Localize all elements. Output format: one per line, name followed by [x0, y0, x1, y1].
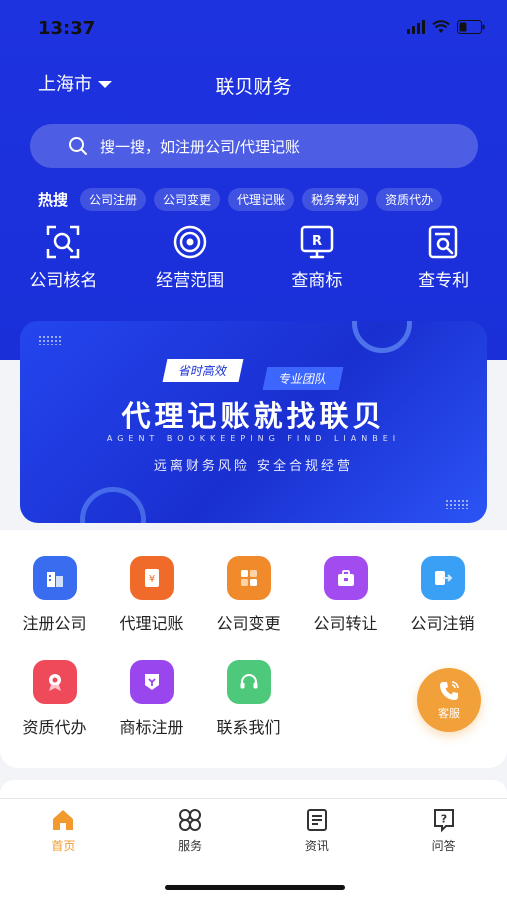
hot-search-label: 热搜	[38, 191, 69, 209]
tab-news[interactable]: 资讯	[254, 807, 381, 854]
scan-search-icon	[47, 225, 80, 259]
service-label: 代理记账	[119, 614, 184, 633]
patent-document-icon	[428, 225, 457, 259]
services-row: 注册公司 ¥ 代理记账 公司变更 公司转让 公司注销	[0, 556, 507, 634]
customer-service-button[interactable]: 客服	[417, 668, 481, 732]
status-icons	[407, 20, 485, 34]
city-selector[interactable]: 上海市	[38, 70, 112, 96]
service-label: 公司变更	[216, 614, 281, 633]
target-icon	[173, 225, 207, 259]
trademark-monitor-icon: R	[300, 225, 334, 259]
briefcase-icon	[323, 556, 368, 600]
decorative-ring	[352, 321, 412, 353]
search-placeholder: 搜一搜，如注册公司/代理记账	[100, 137, 301, 156]
banner-slogan: 代理记账就找联贝	[121, 399, 386, 433]
decorative-ring	[80, 487, 146, 523]
exit-icon	[420, 556, 465, 600]
services-grid: 注册公司 ¥ 代理记账 公司变更 公司转让 公司注销 资质代办 商标注册 联系我…	[0, 530, 507, 768]
home-indicator	[165, 885, 345, 890]
grid-icon	[179, 809, 202, 831]
hot-chip[interactable]: 公司变更	[154, 188, 221, 211]
hot-chip[interactable]: 税务筹划	[302, 188, 369, 211]
service-label: 公司转让	[313, 614, 378, 633]
building-icon	[32, 556, 77, 600]
question-icon: ?	[433, 809, 454, 833]
top-nav: 联贝财务 上海市	[0, 70, 507, 100]
quick-link-patent[interactable]: 查专利	[380, 224, 507, 291]
service-company-cancel[interactable]: 公司注销	[394, 556, 491, 634]
tab-label: 问答	[431, 839, 456, 853]
banner-tag: 省时高效	[162, 359, 244, 382]
banner-subtitle-en: AGENT BOOKKEEPING FIND LIANBEI	[106, 434, 401, 443]
service-company-change[interactable]: 公司变更	[200, 556, 297, 634]
service-contact-us[interactable]: 联系我们	[200, 660, 297, 738]
tab-label: 服务	[178, 839, 203, 853]
chevron-down-icon	[98, 80, 112, 88]
tab-label: 首页	[51, 839, 76, 853]
decorative-dots	[445, 499, 469, 509]
status-bar: 13:37	[0, 0, 507, 52]
quick-link-trademark[interactable]: R 查商标	[254, 224, 381, 291]
svg-text:¥: ¥	[148, 574, 154, 585]
tab-home[interactable]: 首页	[0, 807, 127, 854]
tab-qa[interactable]: ? 问答	[380, 807, 507, 854]
quick-link-label: 查商标	[291, 271, 343, 291]
hot-chip[interactable]: 资质代办	[376, 188, 443, 211]
quick-link-label: 经营范围	[156, 271, 225, 291]
customer-service-label: 客服	[438, 707, 460, 720]
change-icon	[226, 556, 271, 600]
service-register-company[interactable]: 注册公司	[6, 556, 103, 634]
service-label: 商标注册	[119, 718, 184, 737]
service-trademark-registration[interactable]: 商标注册	[103, 660, 200, 738]
service-label: 资质代办	[22, 718, 87, 737]
ledger-icon: ¥	[129, 556, 174, 600]
banner-subtitle-cn: 远离财务风险 安全合规经营	[153, 459, 354, 474]
svg-text:R: R	[312, 234, 322, 249]
service-qualification[interactable]: 资质代办	[6, 660, 103, 738]
hot-chip[interactable]: 公司注册	[80, 188, 147, 211]
header-background	[0, 0, 507, 360]
svg-text:?: ?	[440, 813, 446, 826]
quick-link-business-scope[interactable]: 经营范围	[127, 224, 254, 291]
service-label: 注册公司	[22, 614, 87, 633]
search-input[interactable]: 搜一搜，如注册公司/代理记账	[30, 124, 478, 168]
phone-icon	[440, 681, 459, 700]
news-icon	[306, 809, 327, 831]
quick-link-company-name[interactable]: 公司核名	[0, 224, 127, 291]
battery-icon	[457, 20, 485, 34]
service-label: 公司注销	[410, 614, 475, 633]
tab-services[interactable]: 服务	[127, 807, 254, 854]
trademark-icon	[129, 660, 174, 704]
search-icon	[69, 137, 87, 155]
home-icon	[53, 810, 74, 830]
headset-icon	[226, 660, 271, 704]
hot-search: 热搜 公司注册 公司变更 代理记账 税务筹划 资质代办	[38, 188, 443, 211]
tab-label: 资讯	[304, 839, 329, 853]
certificate-icon	[32, 660, 77, 704]
quick-links: 公司核名 经营范围 R 查商标 查专利	[0, 224, 507, 291]
promo-banner[interactable]: 省时高效 专业团队 代理记账就找联贝 AGENT BOOKKEEPING FIN…	[20, 321, 487, 523]
decorative-dots	[38, 335, 62, 345]
wifi-icon	[432, 20, 450, 33]
banner-tag: 专业团队	[262, 367, 344, 390]
cellular-signal-icon	[407, 20, 425, 34]
quick-link-label: 公司核名	[29, 271, 98, 291]
status-time: 13:37	[38, 18, 96, 39]
service-bookkeeping[interactable]: ¥ 代理记账	[103, 556, 200, 634]
quick-link-label: 查专利	[418, 271, 470, 291]
service-label: 联系我们	[216, 718, 281, 737]
city-label: 上海市	[38, 74, 92, 95]
bottom-tab-bar: 首页 服务 资讯 ? 问答	[0, 798, 507, 900]
hot-chip[interactable]: 代理记账	[228, 188, 295, 211]
service-company-transfer[interactable]: 公司转让	[297, 556, 394, 634]
